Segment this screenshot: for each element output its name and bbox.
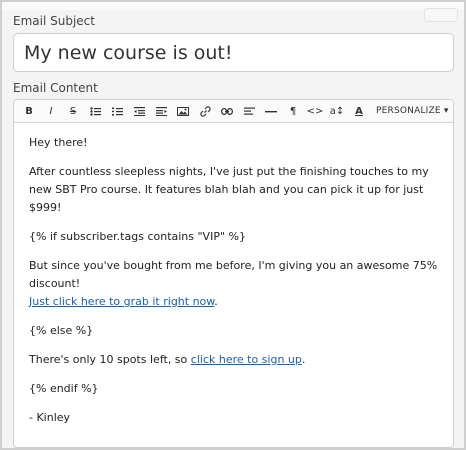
outdent-icon[interactable]	[128, 101, 150, 121]
vip-link[interactable]: Just click here to grab it right now	[29, 295, 214, 308]
strikethrough-button[interactable]: S	[62, 101, 84, 121]
align-icon[interactable]	[238, 101, 260, 121]
email-subject-label: Email Subject	[13, 14, 95, 28]
unlink-icon[interactable]	[216, 101, 238, 121]
vip-period: .	[214, 295, 218, 308]
intro-text: After countless sleepless nights, I've j…	[29, 165, 429, 214]
else-tag-text: {% else %}	[29, 324, 94, 337]
email-editor-frame: Email Subject Email Content B I S	[0, 0, 466, 450]
link-icon[interactable]	[194, 101, 216, 121]
email-body[interactable]: Hey there! After countless sleepless nig…	[14, 123, 453, 427]
top-corner-button[interactable]	[424, 8, 458, 22]
signup-link[interactable]: click here to sign up	[191, 353, 302, 366]
font-color-icon[interactable]: A	[348, 101, 370, 121]
paragraph-icon[interactable]: ¶	[282, 101, 304, 121]
email-content-editor[interactable]: B I S ¶ <> a↕ A PERSONALIZE ▾ Hey there!…	[13, 99, 454, 448]
bulleted-list-icon[interactable]	[84, 101, 106, 121]
spots-text: There's only 10 spots left, so	[29, 353, 191, 366]
top-bar	[2, 2, 464, 10]
signature-text: - Kinley	[29, 411, 71, 424]
greeting-text: Hey there!	[29, 136, 88, 149]
font-size-icon[interactable]: a↕	[326, 101, 348, 121]
spots-paragraph: There's only 10 spots left, so click her…	[29, 351, 438, 369]
email-subject-input[interactable]	[13, 33, 454, 72]
code-icon[interactable]: <>	[304, 101, 326, 121]
vip-paragraph: But since you've bought from me before, …	[29, 257, 438, 311]
italic-button[interactable]: I	[40, 101, 62, 121]
indent-icon[interactable]	[150, 101, 172, 121]
spots-period: .	[301, 353, 306, 366]
vip-text: But since you've bought from me before, …	[29, 259, 438, 290]
bold-button[interactable]: B	[18, 101, 40, 121]
editor-toolbar: B I S ¶ <> a↕ A PERSONALIZE ▾	[14, 100, 453, 123]
image-icon[interactable]	[172, 101, 194, 121]
endif-tag-text: {% endif %}	[29, 382, 99, 395]
email-content-label: Email Content	[13, 81, 98, 95]
horizontal-rule-icon[interactable]	[260, 101, 282, 121]
if-tag-text: {% if subscriber.tags contains "VIP" %}	[29, 230, 246, 243]
personalize-dropdown[interactable]: PERSONALIZE ▾	[376, 106, 449, 116]
numbered-list-icon[interactable]	[106, 101, 128, 121]
